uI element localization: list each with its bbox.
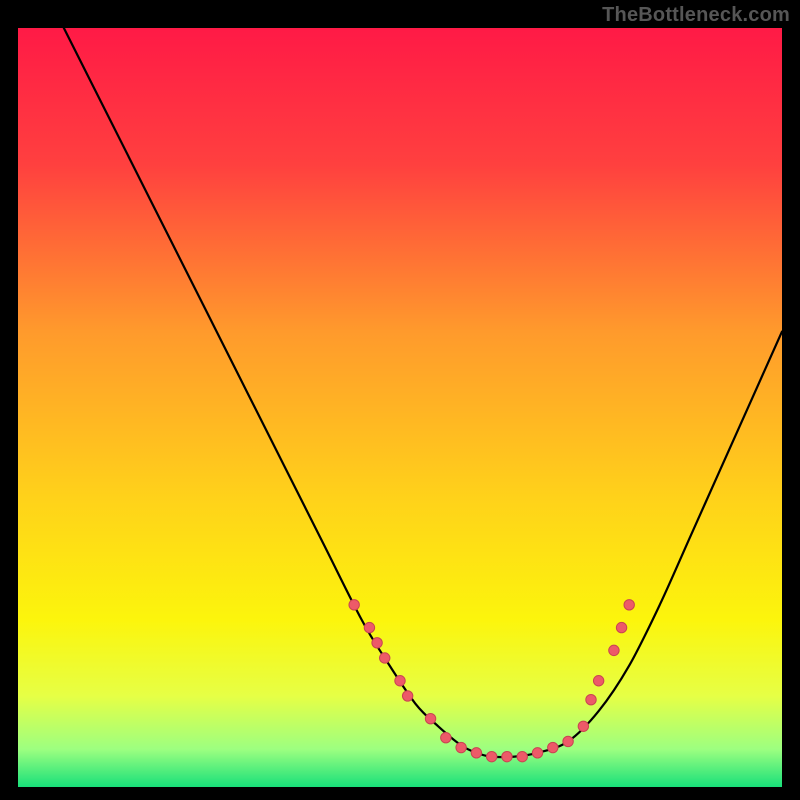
data-marker bbox=[578, 721, 588, 731]
data-marker bbox=[395, 676, 405, 686]
data-marker bbox=[471, 748, 481, 758]
data-marker bbox=[532, 748, 542, 758]
background-gradient bbox=[18, 28, 782, 787]
data-marker bbox=[502, 751, 512, 761]
chart-svg bbox=[18, 28, 782, 787]
data-marker bbox=[441, 732, 451, 742]
watermark-text: TheBottleneck.com bbox=[602, 4, 790, 27]
data-marker bbox=[372, 638, 382, 648]
chart-plot-area bbox=[18, 28, 782, 787]
data-marker bbox=[402, 691, 412, 701]
data-marker bbox=[586, 695, 596, 705]
data-marker bbox=[616, 622, 626, 632]
data-marker bbox=[364, 622, 374, 632]
data-marker bbox=[349, 600, 359, 610]
data-marker bbox=[380, 653, 390, 663]
data-marker bbox=[624, 600, 634, 610]
data-marker bbox=[517, 751, 527, 761]
data-marker bbox=[563, 736, 573, 746]
data-marker bbox=[456, 742, 466, 752]
data-marker bbox=[593, 676, 603, 686]
data-marker bbox=[425, 713, 435, 723]
data-marker bbox=[609, 645, 619, 655]
data-marker bbox=[548, 742, 558, 752]
data-marker bbox=[486, 751, 496, 761]
